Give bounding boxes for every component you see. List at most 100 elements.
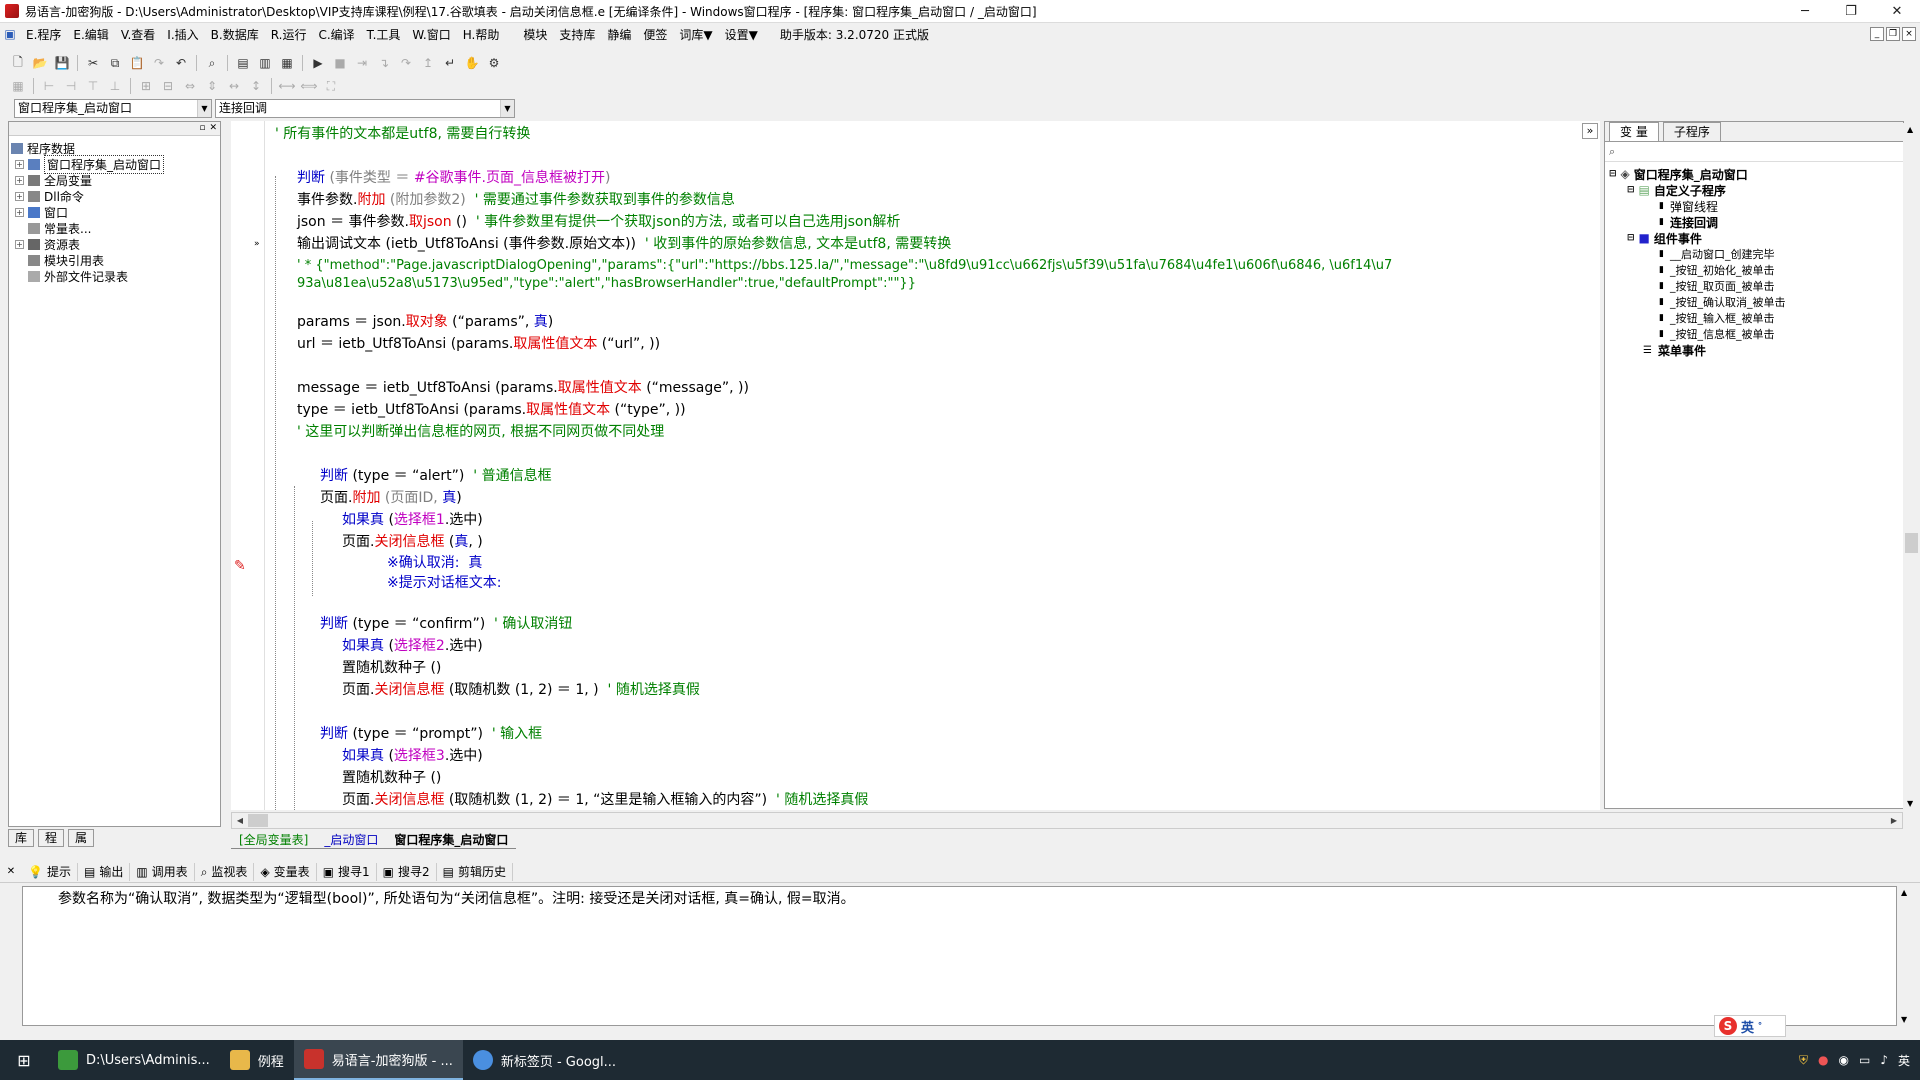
mdi-restore-button[interactable]: ❐ [1886, 27, 1900, 41]
layout2-icon[interactable]: ▥ [255, 53, 275, 73]
save-icon[interactable]: 💾 [52, 53, 72, 73]
network-icon[interactable]: ▭ [1859, 1053, 1870, 1067]
taskbar-item[interactable]: 新标签页 - Googl... [463, 1040, 626, 1080]
collapse-icon[interactable]: ⊟ [1627, 185, 1635, 195]
security-icon[interactable]: ● [1818, 1053, 1828, 1067]
open-folder-icon[interactable]: 📂 [30, 53, 50, 73]
collapse-icon[interactable]: ⊟ [1609, 169, 1617, 179]
scroll-up-icon[interactable]: ▲ [1907, 125, 1913, 134]
layout-icon[interactable]: ▤ [233, 53, 253, 73]
tab-variables[interactable]: 变 量 [1609, 122, 1659, 141]
tree-item-dll[interactable]: + Dll命令 [11, 188, 218, 204]
maximize-button[interactable]: ❐ [1828, 0, 1874, 23]
expand-icon[interactable]: + [15, 239, 24, 249]
step-into-icon[interactable]: ↴ [374, 53, 394, 73]
outline-item[interactable]: ☰ 菜单事件 [1609, 342, 1899, 358]
align-bottom-icon[interactable]: ⊥ [105, 76, 125, 96]
cut-icon[interactable]: ✂ [83, 53, 103, 73]
run-to-cursor-icon[interactable]: ↵ [440, 53, 460, 73]
paste-icon[interactable]: 📋 [127, 53, 147, 73]
menu-help[interactable]: H.帮助 [457, 26, 506, 43]
center-h-icon[interactable]: ⊞ [136, 76, 156, 96]
outline-item[interactable]: ▮ _按钮_输入框_被单击 [1609, 310, 1899, 326]
menu-notes[interactable]: 便签 [637, 26, 673, 43]
tab-search2[interactable]: ▣ 搜寻2 [377, 862, 437, 881]
tree-item-assembly[interactable]: + 窗口程序集_启动窗口 [11, 154, 218, 174]
outline-search[interactable]: ⌕ [1605, 142, 1903, 162]
code-editor[interactable]: ' 所有事件的文本都是utf8, 需要自行转换 判断 (事件类型 ＝ #谷歌事件… [265, 121, 1600, 810]
outline-item[interactable]: ▮ __启动窗口_创建完毕 [1609, 246, 1899, 262]
menu-module[interactable]: 模块 [517, 26, 553, 43]
find-icon[interactable]: ⌕ [202, 53, 222, 73]
tab-output[interactable]: ▤ 输出 [78, 862, 131, 881]
tab-variables[interactable]: ◈ 变量表 [254, 862, 317, 881]
tab-library[interactable]: 库 [8, 829, 35, 847]
menu-view[interactable]: V.查看 [115, 26, 161, 43]
size-both-icon[interactable]: ⛶ [321, 76, 341, 96]
expand-icon[interactable]: + [15, 175, 24, 185]
method-select[interactable]: 连接回调 ▼ [215, 99, 515, 118]
collapse-icon[interactable]: ⊟ [1627, 233, 1635, 243]
close-icon[interactable]: ✕ [0, 866, 22, 877]
tree-item-module-refs[interactable]: 模块引用表 [11, 252, 218, 268]
tab-assembly[interactable]: 窗口程序集_启动窗口 [386, 831, 517, 849]
outline-item[interactable]: ▮ _按钮_信息框_被单击 [1609, 326, 1899, 342]
helper-icon[interactable]: ⚙ [484, 53, 504, 73]
same-height-icon[interactable]: ⇕ [202, 76, 222, 96]
outline-item[interactable]: ⊟ ◈ 窗口程序集_启动窗口 [1609, 166, 1899, 182]
taskbar-item[interactable]: 例程 [220, 1040, 294, 1080]
stop-icon[interactable]: ■ [330, 53, 350, 73]
qq-icon[interactable]: ◉ [1838, 1053, 1848, 1067]
outline-item[interactable]: ▮ 连接回调 [1609, 214, 1899, 230]
space-h-icon[interactable]: ↔ [224, 76, 244, 96]
outline-item[interactable]: ▮ 弹窗线程 [1609, 198, 1899, 214]
expand-icon[interactable]: + [15, 191, 24, 201]
align-right-icon[interactable]: ⊣ [61, 76, 81, 96]
tab-watch[interactable]: ⌕ 监视表 [195, 862, 255, 881]
menu-static-compile[interactable]: 静编 [601, 26, 637, 43]
outline-item[interactable]: ⊟ ▤ 自定义子程序 [1609, 182, 1899, 198]
menu-compile[interactable]: C.编译 [312, 26, 360, 43]
scroll-right-icon[interactable]: ▶ [1886, 813, 1902, 828]
output-scrollbar[interactable]: ▲ ▼ [1897, 886, 1914, 1026]
redo-icon[interactable]: ↷ [149, 53, 169, 73]
tree-item-constants[interactable]: 常量表... [11, 220, 218, 236]
tab-hint[interactable]: 💡 提示 [22, 862, 78, 881]
tab-clip-history[interactable]: ▤ 剪辑历史 [437, 862, 514, 881]
scroll-down-icon[interactable]: ▼ [1907, 799, 1913, 808]
tab-global-vars[interactable]: [全局变量表] [231, 831, 317, 849]
menu-database[interactable]: B.数据库 [205, 26, 265, 43]
speaker-icon[interactable]: ♪ [1880, 1053, 1888, 1067]
tab-startup-window[interactable]: _启动窗口 [316, 831, 387, 849]
tree-item-globals[interactable]: + 全局变量 [11, 172, 218, 188]
outline-item[interactable]: ▮ _按钮_取页面_被单击 [1609, 278, 1899, 294]
scrollbar-thumb[interactable] [248, 814, 268, 827]
minimize-button[interactable]: ─ [1782, 0, 1828, 23]
ime-indicator[interactable]: S 英 ᐤ [1714, 1015, 1786, 1037]
mdi-minimize-button[interactable]: _ [1870, 27, 1884, 41]
outline-item[interactable]: ⊟ ■ 组件事件 [1609, 230, 1899, 246]
menu-support-lib[interactable]: 支持库 [553, 26, 601, 43]
tab-search1[interactable]: ▣ 搜寻1 [317, 862, 377, 881]
tree-item-external-files[interactable]: 外部文件记录表 [11, 268, 218, 284]
pin-icon[interactable]: ▫ [199, 122, 205, 135]
center-v-icon[interactable]: ⊟ [158, 76, 178, 96]
tree-item-window[interactable]: + 窗口 [11, 204, 218, 220]
scroll-down-icon[interactable]: ▼ [1901, 1015, 1907, 1024]
size-h-icon[interactable]: ⟷ [277, 76, 297, 96]
close-icon[interactable]: ✕ [209, 122, 217, 135]
step-out-icon[interactable]: ↥ [418, 53, 438, 73]
expand-icon[interactable]: + [15, 207, 24, 217]
start-button[interactable]: ⊞ [0, 1040, 48, 1080]
tab-subroutines[interactable]: 子程序 [1662, 122, 1721, 141]
close-button[interactable]: ✕ [1874, 0, 1920, 23]
align-top-icon[interactable]: ⊤ [83, 76, 103, 96]
same-width-icon[interactable]: ⇔ [180, 76, 200, 96]
menu-window[interactable]: W.窗口 [406, 26, 456, 43]
menu-thesaurus[interactable]: 词库▼ [673, 26, 718, 43]
size-v-icon[interactable]: ⟺ [299, 76, 319, 96]
align-grid-icon[interactable]: ▦ [8, 76, 28, 96]
shield-icon[interactable]: ⛨ [1799, 1053, 1808, 1068]
menu-edit[interactable]: E.编辑 [67, 26, 114, 43]
scroll-left-icon[interactable]: ◀ [232, 813, 248, 828]
